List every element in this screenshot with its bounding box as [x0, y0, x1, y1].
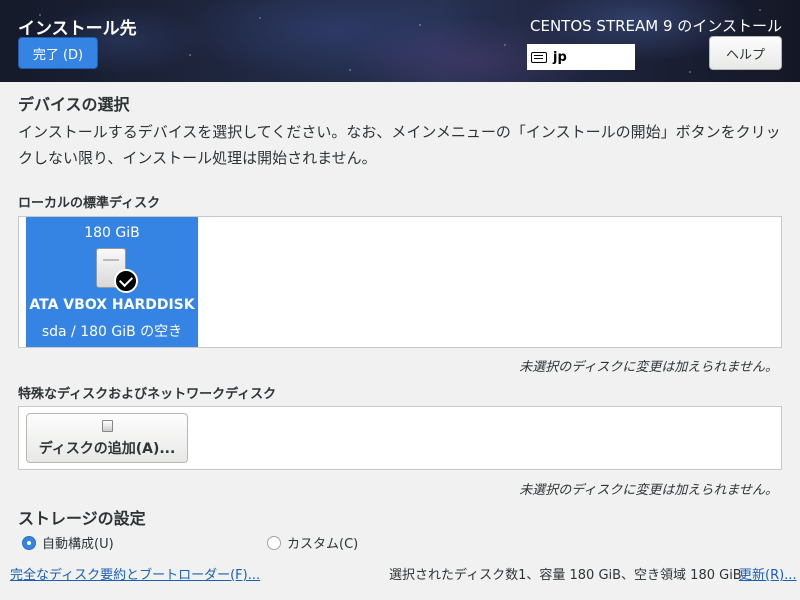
radio-automatic[interactable]: 自動構成(U): [22, 533, 114, 552]
local-disks-note: 未選択のディスクに変更は加えられません。: [519, 360, 778, 375]
product-title: CENTOS STREAM 9 のインストール: [530, 17, 782, 35]
storage-config-title: ストレージの設定: [18, 509, 146, 528]
special-disks-label: 特殊なディスクおよびネットワークディスク: [18, 387, 277, 402]
radio-unselected-icon[interactable]: [267, 535, 281, 550]
done-button[interactable]: 完了 (D): [18, 37, 98, 69]
page-title: インストール先: [18, 19, 137, 39]
radio-selected-icon[interactable]: [22, 535, 36, 550]
disk-tile-sda[interactable]: 180 GiB ATA VBOX HARDDISK sda / 180 GiB …: [26, 217, 198, 347]
radio-custom-label: カスタム(C): [287, 537, 359, 552]
special-disks-note: 未選択のディスクに変更は加えられません。: [519, 483, 778, 498]
radio-automatic-label: 自動構成(U): [42, 537, 114, 552]
keyboard-layout-label: jp: [553, 49, 567, 65]
special-disks-panel: ディスクの追加(A)...: [18, 406, 782, 470]
add-disk-button[interactable]: ディスクの追加(A)...: [26, 413, 188, 463]
disk-detail: sda / 180 GiB の空き: [41, 324, 183, 340]
keyboard-layout-indicator[interactable]: jp: [527, 44, 635, 70]
disk-name: ATA VBOX HARDDISK: [29, 297, 195, 313]
keyboard-icon: [531, 51, 547, 63]
disk-size: 180 GiB: [84, 225, 140, 241]
local-disks-label: ローカルの標準ディスク: [18, 196, 161, 211]
device-selection-title: デバイスの選択: [18, 95, 130, 114]
local-disks-panel: 180 GiB ATA VBOX HARDDISK sda / 180 GiB …: [18, 216, 782, 348]
disk-icon: [102, 420, 113, 432]
radio-custom[interactable]: カスタム(C): [267, 533, 358, 552]
refresh-link[interactable]: 更新(R)...: [739, 564, 797, 583]
device-selection-description: インストールするデバイスを選択してください。なお、メインメニューの「インストール…: [18, 123, 781, 167]
add-disk-label: ディスクの追加(A)...: [38, 441, 176, 457]
disk-summary-link[interactable]: 完全なディスク要約とブートローダー(F)...: [10, 564, 260, 583]
checkmark-icon: [114, 269, 138, 293]
header-banner: [0, 0, 800, 82]
selection-summary: 選択されたディスク数1、容量 180 GiB、空き領域 180 GiB: [389, 568, 742, 583]
help-button[interactable]: ヘルプ: [709, 36, 782, 70]
